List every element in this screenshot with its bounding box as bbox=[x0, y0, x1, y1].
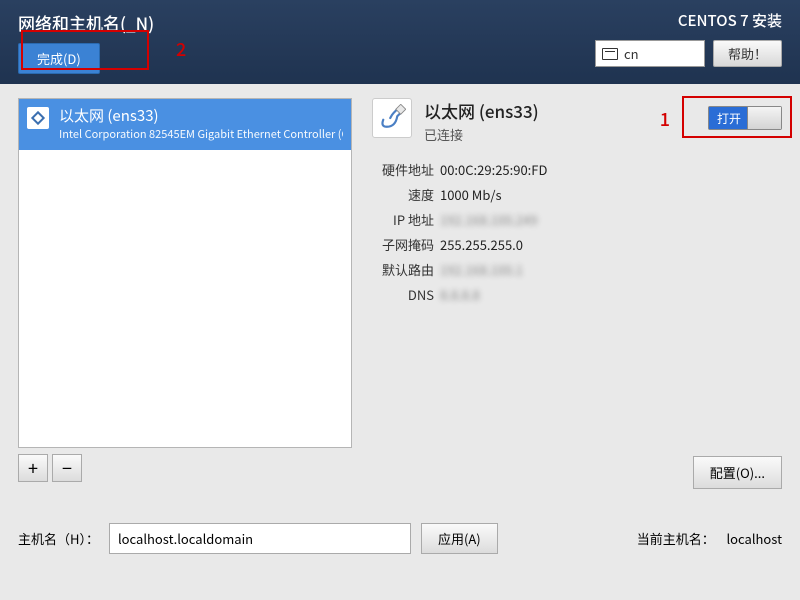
remove-interface-button[interactable]: − bbox=[52, 454, 82, 482]
done-button[interactable]: 完成(D) bbox=[18, 43, 100, 74]
keyboard-icon bbox=[602, 48, 618, 60]
default-route-label: 默认路由 bbox=[372, 260, 434, 279]
dns-value: 8.8.8.8 bbox=[440, 285, 480, 304]
hostname-label: 主机名（H）： bbox=[18, 529, 99, 548]
keyboard-layout-selector[interactable]: cn bbox=[595, 40, 705, 67]
default-route-value: 192.168.100.1 bbox=[440, 260, 523, 279]
hw-address-value: 00:0C:29:25:90:FD bbox=[440, 160, 547, 179]
installer-header: 网络和主机名(_N) 完成(D) CENTOS 7 安装 cn 帮助！ 2 bbox=[0, 0, 800, 84]
current-hostname-label: 当前主机名： bbox=[637, 529, 715, 548]
hw-address-label: 硬件地址 bbox=[372, 160, 434, 179]
speed-value: 1000 Mb/s bbox=[440, 185, 502, 204]
toggle-on-label: 打开 bbox=[709, 107, 749, 129]
installer-title: CENTOS 7 安装 bbox=[678, 10, 782, 31]
nic-item-name: 以太网 (ens33) bbox=[59, 105, 343, 126]
detail-connection-status: 已连接 bbox=[424, 125, 539, 144]
network-interface-list: 以太网 (ens33) Intel Corporation 82545EM Gi… bbox=[18, 98, 352, 448]
subnet-mask-value: 255.255.255.0 bbox=[440, 235, 523, 254]
keyboard-layout-label: cn bbox=[624, 44, 639, 63]
help-button[interactable]: 帮助！ bbox=[713, 40, 782, 67]
content-area: 以太网 (ens33) Intel Corporation 82545EM Gi… bbox=[0, 84, 800, 600]
hostname-row: 主机名（H）： 应用(A) 当前主机名： localhost bbox=[18, 523, 782, 554]
ethernet-icon bbox=[27, 107, 49, 129]
ip-address-label: IP 地址 bbox=[372, 210, 434, 229]
nic-item-ens33[interactable]: 以太网 (ens33) Intel Corporation 82545EM Gi… bbox=[19, 99, 351, 150]
ip-address-value: 192.168.100.249 bbox=[440, 210, 537, 229]
subnet-mask-label: 子网掩码 bbox=[372, 235, 434, 254]
interface-enable-toggle[interactable]: 打开 bbox=[708, 106, 782, 130]
apply-hostname-button[interactable]: 应用(A) bbox=[421, 523, 498, 554]
add-interface-button[interactable]: + bbox=[18, 454, 48, 482]
annotation-number-2: 2 bbox=[176, 36, 186, 62]
configure-button[interactable]: 配置(O)... bbox=[693, 456, 782, 489]
interface-info-grid: 硬件地址 00:0C:29:25:90:FD 速度 1000 Mb/s IP 地址 1… bbox=[372, 160, 782, 304]
hostname-input[interactable] bbox=[109, 523, 411, 554]
detail-interface-name: 以太网 (ens33) bbox=[424, 98, 539, 123]
current-hostname-value: localhost bbox=[726, 529, 782, 548]
toggle-thumb bbox=[747, 107, 781, 129]
nic-item-description: Intel Corporation 82545EM Gigabit Ethern… bbox=[59, 126, 343, 142]
ethernet-cable-icon bbox=[372, 98, 412, 138]
speed-label: 速度 bbox=[372, 185, 434, 204]
page-title: 网络和主机名(_N) bbox=[18, 10, 782, 35]
dns-label: DNS bbox=[372, 285, 434, 304]
